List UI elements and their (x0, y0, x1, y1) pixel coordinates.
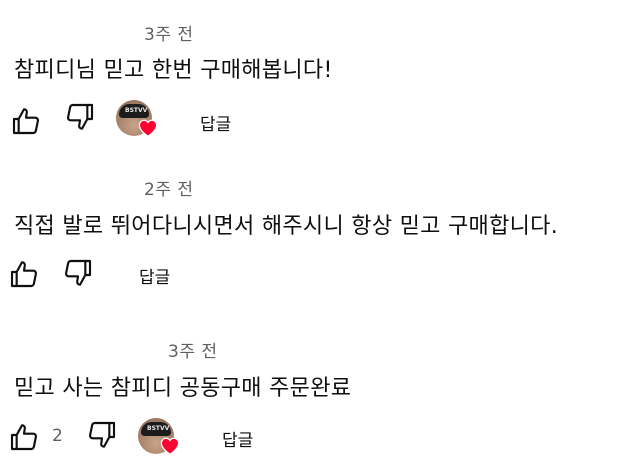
heart-icon (160, 437, 180, 455)
thumbs-up-icon[interactable] (10, 105, 42, 137)
like-count: 2 (52, 426, 63, 446)
thumbs-down-icon[interactable] (86, 419, 118, 451)
avatar-cap-text: BSTVV (125, 107, 148, 114)
heart-icon (138, 119, 158, 137)
thumbs-up-icon[interactable] (8, 421, 40, 453)
comment-text: 믿고 사는 참피디 공동구매 주문완료 (14, 376, 352, 401)
comment-text: 참피디님 믿고 한번 구매해봅니다! (14, 58, 333, 83)
reply-button[interactable]: 답글 (200, 110, 231, 135)
reply-button[interactable]: 답글 (139, 263, 170, 288)
thumbs-down-icon[interactable] (64, 101, 96, 133)
thumbs-down-icon[interactable] (62, 257, 94, 289)
avatar-cap-text: BSTVV (147, 425, 170, 432)
comment-timestamp[interactable]: 3주 전 (168, 337, 218, 362)
creator-heart-badge: BSTVV (138, 418, 180, 458)
comment-timestamp[interactable]: 2주 전 (144, 175, 194, 200)
reply-button[interactable]: 답글 (222, 426, 253, 451)
thumbs-up-icon[interactable] (8, 258, 40, 290)
comment-text: 직접 발로 뛰어다니시면서 해주시니 항상 믿고 구매합니다. (14, 214, 559, 239)
comment-timestamp[interactable]: 3주 전 (144, 20, 194, 45)
creator-heart-badge: BSTVV (116, 100, 158, 140)
